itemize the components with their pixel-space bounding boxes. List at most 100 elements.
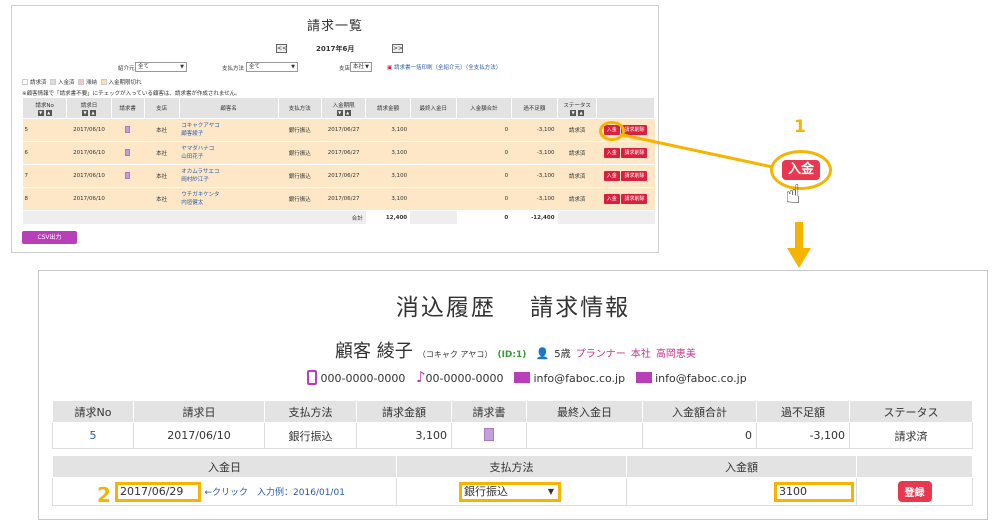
pay-date-input[interactable]: 2017/06/29 [115,481,201,502]
payment-detail-panel: 消込履歴 請求情報 顧客 綾子 （コキャク アヤコ） (ID:1) 👤 5歳 プ… [38,270,988,520]
contact-row: 000-0000-0000 ♪00-0000-0000 info@faboc.c… [307,368,747,386]
cell-no: 7 [22,164,67,188]
cell-doc [111,164,145,188]
document-icon[interactable] [125,125,131,133]
col-pay-method: 支払方法 [396,455,627,478]
pay-method-select[interactable]: 銀行振込 ▼ [459,481,561,502]
table-row: 6 2017/06/10 本社 ヤマダハナコ 山田花子 銀行振込 2017/06/… [22,141,655,165]
customer-kana-link[interactable]: ヤマダハナコ [181,146,214,152]
cell-status: 請求済 [849,422,973,449]
page-title: 請求一覧 [306,19,363,34]
table-header: 請求No ▼ ▲ 請求日 ▼ ▲ 請求書 支店 顧客名 支払方法 入金期限 ▼ ▲ 請求金額… [21,97,655,119]
cell-actions: 入金 請求削除 [596,187,655,211]
cell-last-paid [410,141,457,165]
invoice-no-link[interactable]: 5 [52,422,134,449]
customer-name-link[interactable]: 内垣健太 [181,200,203,206]
cell-customer: ヤマダハナコ 山田花子 [179,141,279,165]
phone-number: 00-0000-0000 [425,372,504,385]
customer-name-link[interactable]: 山田花子 [181,154,203,160]
register-button[interactable]: 登録 [897,481,932,502]
cell-due: 2017/06/27 [321,141,366,165]
col-pay-amount: 入金額 [626,455,857,478]
customer-kana-link[interactable]: オカムラサエコ [181,169,219,175]
cell-payment: 銀行振込 [278,164,322,188]
customer-name-link[interactable]: 顧客綾子 [181,131,203,137]
mail-icon [513,372,530,383]
sort-up-icon[interactable]: ▲ [89,109,96,116]
col-payment: 支払方法 [264,400,357,423]
customer-name-link[interactable]: 岡村紗江子 [181,177,209,183]
cell-date: 2017/06/10 [66,141,112,165]
detail-title: 消込履歴 請求情報 [395,295,631,321]
col-payment: 支払方法 [277,97,322,119]
pay-button-zoom[interactable]: 入金 [782,160,820,180]
filter-payment-label: 支払方法 [222,66,245,72]
filter-referrer-select[interactable]: 全て ▼ [135,62,187,72]
total-amount: 12,400 [365,210,411,225]
legend-swatch-expired [100,79,107,85]
cell-payment: 銀行振込 [278,141,322,165]
cell-due: 2017/06/27 [321,164,366,188]
total-paid: 0 [456,210,512,225]
total-row: 合計 12,400 0 -12,400 [22,210,655,225]
customer-kana: （コキャク アヤコ） [417,350,493,359]
invoice-table: 請求No ▼ ▲ 請求日 ▼ ▲ 請求書 支店 顧客名 支払方法 入金期限 ▼ ▲ 請求金額… [21,97,655,225]
cell-customer: コキャクアヤコ 顧客綾子 [179,118,279,142]
cell-due: 2017/06/27 [321,118,366,142]
sort-up-icon[interactable]: ▲ [578,109,585,116]
sort-up-icon[interactable]: ▲ [45,109,52,116]
sort-down-icon[interactable]: ▼ [37,109,44,116]
csv-export-button[interactable]: CSV出力 [22,231,77,244]
sort-up-icon[interactable]: ▲ [344,109,351,116]
customer-kana-link[interactable]: コキャクアヤコ [181,123,220,129]
form-header: 入金日 支払方法 入金額 [52,455,973,478]
col-invoice-doc: 請求書 [451,400,527,423]
bulk-print-link[interactable]: ▣ 請求書一括印刷（全紹介元）（全支払方法） [387,63,501,71]
document-icon[interactable] [125,171,131,179]
col-invoice-no: 請求No ▼ ▲ [21,97,68,119]
col-status: ステータス ▼ ▲ [557,97,598,119]
next-month-button[interactable]: >> [392,44,403,53]
document-icon[interactable] [125,148,131,156]
customer-kana-link[interactable]: ウチガキケンタ [181,192,219,198]
cell-status: 請求済 [557,187,597,211]
pay-amount-input[interactable]: 3100 [774,481,854,502]
cell-paid-total: 0 [642,422,757,449]
sort-down-icon[interactable]: ▼ [81,109,88,116]
hand-pointer-icon: ☝ [785,180,801,210]
pay-button[interactable]: 入金 [603,194,620,204]
cell-diff: -3,100 [511,118,558,142]
cell-amount: 3,100 [365,187,411,211]
planner-label: プランナー [575,349,626,360]
cell-diff: -3,100 [756,422,850,449]
mobile-icon [307,370,317,385]
payment-form-table: 入金日 支払方法 入金額 2017/06/29 ←クリック 入力例：2016/0… [52,455,973,506]
email-2[interactable]: info@faboc.co.jp [655,372,747,385]
pay-button[interactable]: 入金 [603,171,620,181]
delete-invoice-button[interactable]: 請求削除 [621,194,648,204]
col-invoice-date: 請求日 ▼ ▲ [66,97,112,119]
col-paid-total: 入金額合計 [642,400,757,423]
planner-branch: 本社 [630,349,651,360]
prev-month-button[interactable]: << [276,44,287,53]
col-invoice-no: 請求No [52,400,134,423]
table-row: 7 2017/06/10 本社 オカムラサエコ 岡村紗江子 銀行振込 2017/0… [22,164,655,188]
filter-payment-select[interactable]: 全て ▼ [246,62,298,72]
sort-down-icon[interactable]: ▼ [336,109,343,116]
document-icon[interactable] [484,427,494,441]
form-row: 2017/06/29 ←クリック 入力例：2016/01/01 銀行振込 ▼ 31… [52,477,973,506]
filter-branch-select[interactable]: 本社 ▼ [350,62,372,72]
sort-down-icon[interactable]: ▼ [570,109,577,116]
current-month: 2017年6月 [316,45,355,53]
cell-doc [111,118,145,142]
cell-date: 2017/06/10 [66,118,112,142]
down-arrow-icon [787,222,811,268]
planner-name: 高岡恵美 [655,349,696,360]
cell-diff: -3,100 [511,187,558,211]
mail-icon [635,372,652,383]
email-1[interactable]: info@faboc.co.jp [533,372,625,385]
person-icon: 👤 [535,347,550,360]
cell-doc [451,422,527,449]
step-number-1: 1 [794,117,806,137]
pay-button[interactable]: 入金 [603,148,620,158]
